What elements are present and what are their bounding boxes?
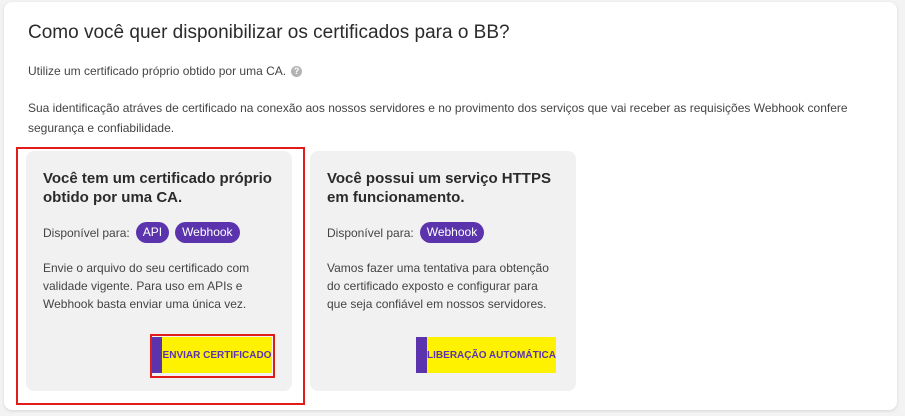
card-description: Envie o arquivo do seu certificado com v… <box>43 261 250 311</box>
description-text: Sua identificação atráves de certificado… <box>28 101 848 135</box>
help-icon[interactable]: ? <box>291 65 303 77</box>
tag-api: API <box>135 222 170 243</box>
subtitle-text: Utilize um certificado próprio obtido po… <box>28 64 287 78</box>
subtitle: Utilize um certificado próprio obtido po… <box>28 64 303 78</box>
https-service-card: Você possui um serviço HTTPS em funciona… <box>310 151 576 391</box>
own-certificate-card: Você tem um certificado próprio obtido p… <box>26 151 292 391</box>
availability-label: Disponível para: <box>43 225 130 240</box>
send-certificate-button[interactable]: ENVIAR CERTIFICADO <box>151 337 272 373</box>
automatic-release-button[interactable]: LIBERAÇÃO AUTOMÁTICA <box>416 337 556 373</box>
card-title: Você possui um serviço HTTPS em funciona… <box>327 170 551 206</box>
page-title: Como você quer disponibilizar os certifi… <box>28 22 510 43</box>
card-title: Você tem um certificado próprio obtido p… <box>43 170 272 206</box>
tag-webhook: Webhook <box>175 222 240 243</box>
availability-row: Disponível para: Webhook <box>327 222 485 243</box>
availability-row: Disponível para: API Webhook <box>43 222 240 243</box>
tag-webhook: Webhook <box>419 222 485 243</box>
card-description: Vamos fazer uma tentativa para obtenção … <box>327 261 549 311</box>
availability-label: Disponível para: <box>327 225 414 240</box>
